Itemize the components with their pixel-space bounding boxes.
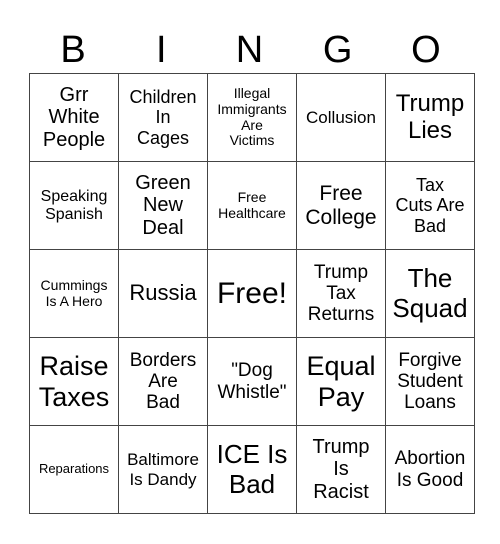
cell-label: Cummings Is A Hero (40, 276, 108, 309)
bingo-cell[interactable]: Tax Cuts Are Bad (385, 161, 475, 250)
card-row: Reparations Baltimore Is Dandy ICE Is Ba… (29, 425, 475, 514)
card-row: Grr White People Children In Cages Illeg… (29, 73, 475, 162)
card-row: Cummings Is A Hero Russia Free! Trump Ta… (29, 249, 475, 338)
bingo-header: B I N G O (29, 28, 470, 73)
card-row: Speaking Spanish Green New Deal Free Hea… (29, 161, 475, 250)
bingo-cell[interactable]: Abortion Is Good (385, 425, 475, 514)
bingo-cell[interactable]: Russia (118, 249, 208, 338)
bingo-cell[interactable]: Grr White People (29, 73, 119, 162)
bingo-card: Grr White People Children In Cages Illeg… (29, 73, 475, 514)
bingo-cell[interactable]: Forgive Student Loans (385, 337, 475, 426)
bingo-cell[interactable]: Equal Pay (296, 337, 386, 426)
cell-label: Trump Is Racist (312, 435, 370, 503)
bingo-cell[interactable]: Collusion (296, 73, 386, 162)
bingo-cell[interactable]: Trump Is Racist (296, 425, 386, 514)
cell-label: Illegal Immigrants Are Victims (217, 85, 287, 149)
cell-label: Speaking Spanish (40, 187, 108, 223)
bingo-cell[interactable]: Trump Lies (385, 73, 475, 162)
header-letter-n: N (235, 29, 264, 71)
bingo-cell[interactable]: Free College (296, 161, 386, 250)
cell-label: ICE Is Bad (216, 439, 288, 499)
header-letter-b: B (60, 29, 86, 71)
card-row: Raise Taxes Borders Are Bad "Dog Whistle… (29, 337, 475, 426)
cell-label: Forgive Student Loans (397, 349, 463, 414)
bingo-cell[interactable]: The Squad (385, 249, 475, 338)
bingo-cell free-space[interactable]: Free! (207, 249, 297, 338)
bingo-cell[interactable]: Green New Deal (118, 161, 208, 250)
bingo-cell[interactable]: "Dog Whistle" (207, 337, 297, 426)
cell-label: Abortion Is Good (394, 448, 466, 491)
cell-label: Tax Cuts Are Bad (395, 175, 465, 236)
cell-label: Green New Deal (135, 171, 191, 239)
bingo-cell[interactable]: Cummings Is A Hero (29, 249, 119, 338)
bingo-cell[interactable]: Illegal Immigrants Are Victims (207, 73, 297, 162)
bingo-cell[interactable]: Baltimore Is Dandy (118, 425, 208, 514)
cell-label: Baltimore Is Dandy (127, 450, 199, 489)
cell-label: Trump Tax Returns (307, 261, 375, 326)
bingo-cell[interactable]: Free Healthcare (207, 161, 297, 250)
cell-label: Free! (216, 276, 288, 310)
bingo-cell[interactable]: Children In Cages (118, 73, 208, 162)
cell-label: Free College (305, 181, 377, 229)
bingo-cell[interactable]: Raise Taxes (29, 337, 119, 426)
cell-label: The Squad (392, 263, 468, 323)
cell-label: "Dog Whistle" (217, 360, 287, 403)
cell-label: Reparations (38, 461, 110, 477)
bingo-cell[interactable]: Reparations (29, 425, 119, 514)
cell-label: Russia (129, 280, 197, 306)
bingo-cell[interactable]: Trump Tax Returns (296, 249, 386, 338)
cell-label: Equal Pay (306, 351, 376, 412)
cell-label: Children In Cages (129, 87, 197, 148)
bingo-cell[interactable]: Borders Are Bad (118, 337, 208, 426)
cell-label: Grr White People (42, 83, 106, 151)
cell-label: Trump Lies (395, 89, 465, 144)
header-letter-g: G (322, 29, 353, 71)
header-letter-i: I (156, 29, 167, 71)
cell-label: Free Healthcare (218, 188, 286, 221)
bingo-cell[interactable]: Speaking Spanish (29, 161, 119, 250)
cell-label: Borders Are Bad (129, 349, 197, 414)
bingo-cell[interactable]: ICE Is Bad (207, 425, 297, 514)
header-letter-o: O (411, 29, 441, 71)
cell-label: Collusion (306, 107, 376, 127)
cell-label: Raise Taxes (38, 351, 110, 412)
